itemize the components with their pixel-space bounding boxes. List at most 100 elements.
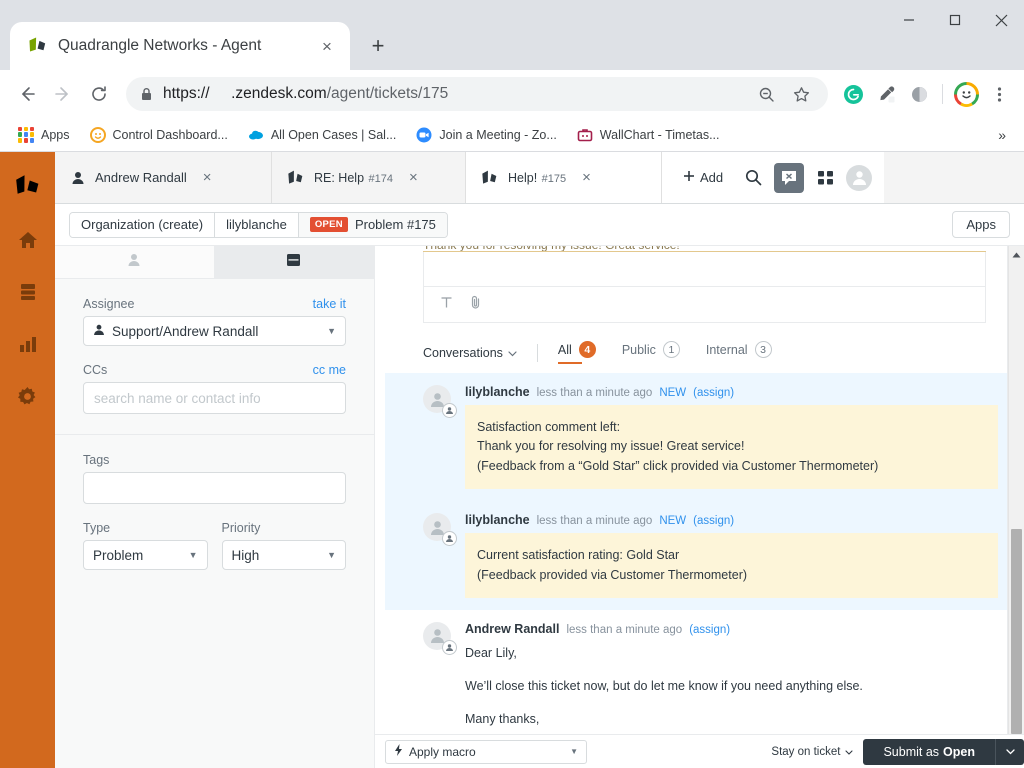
tags-input[interactable] (83, 472, 346, 504)
add-tab-button[interactable]: Add (674, 164, 732, 191)
filter-label: Internal (706, 343, 748, 357)
comment-spacer (465, 665, 998, 675)
bookmarks-overflow-icon[interactable]: » (990, 123, 1014, 147)
priority-label: Priority (222, 521, 261, 535)
apply-macro-select[interactable]: Apply macro ▼ (385, 740, 587, 764)
conversation-scrollbar[interactable] (1008, 246, 1024, 734)
filter-tab-public[interactable]: Public 1 (622, 341, 680, 364)
reload-icon[interactable] (82, 77, 116, 111)
new-tab-button[interactable]: + (358, 26, 398, 66)
minimize-icon[interactable] (886, 0, 932, 40)
bookmark-control-dashboard[interactable]: Control Dashboard... (82, 123, 236, 147)
comment-composer[interactable] (423, 252, 986, 323)
close-icon[interactable] (978, 0, 1024, 40)
scrollbar-thumb[interactable] (1011, 529, 1022, 734)
filter-divider (537, 344, 538, 362)
properties-card-icon (286, 253, 301, 272)
bookmark-all-open-cases[interactable]: All Open Cases | Sal... (240, 123, 405, 147)
submit-dropdown-button[interactable] (995, 739, 1024, 765)
ccs-input[interactable]: search name or contact info (83, 382, 346, 414)
take-it-link[interactable]: take it (313, 297, 346, 311)
comment-header: Andrew Randall less than a minute ago (a… (465, 622, 998, 636)
text-format-icon[interactable] (440, 296, 453, 314)
user-avatar-icon[interactable] (846, 165, 872, 191)
apps-squares-icon[interactable] (808, 161, 842, 195)
comment-text: Dear Lily, We’ll close this ticket now, … (465, 642, 998, 734)
submit-button[interactable]: Submit as Open (863, 739, 995, 765)
browser-tab-close-icon[interactable]: × (314, 33, 340, 59)
maximize-icon[interactable] (932, 0, 978, 40)
ticket-tab-175[interactable]: Help! #175 × (466, 152, 662, 203)
customer-tab[interactable] (55, 246, 215, 278)
paperclip-icon[interactable] (469, 295, 482, 314)
chat-bubble-x-icon[interactable] (774, 163, 804, 193)
ccs-placeholder: search name or contact info (94, 391, 261, 406)
apps-button[interactable]: Apps (952, 211, 1010, 238)
comment-line: Current satisfaction rating: Gold Star (477, 546, 986, 565)
comment-assign-link[interactable]: (assign) (693, 515, 734, 527)
ticket-body: Assignee take it Support/Andrew Randall … (55, 246, 1024, 768)
breadcrumb-organization[interactable]: Organization (create) (70, 213, 215, 237)
ticket-tab-title: Andrew Randall (95, 170, 187, 185)
nav-gear-icon[interactable] (0, 372, 55, 420)
zendesk-main-nav (0, 152, 55, 768)
ticket-tab-close-icon[interactable]: × (203, 170, 212, 185)
composer-textarea[interactable] (424, 252, 985, 286)
lightning-icon (394, 744, 403, 759)
nav-bar-chart-icon[interactable] (0, 320, 55, 368)
bookmark-join-a-meeting[interactable]: Join a Meeting - Zo... (408, 123, 564, 147)
comment-assign-link[interactable]: (assign) (693, 387, 734, 399)
profile-avatar-icon[interactable] (951, 79, 981, 109)
assignee-select[interactable]: Support/Andrew Randall ▼ (83, 316, 346, 346)
ticket-tab-174[interactable]: RE: Help #174 × (272, 152, 466, 203)
zoom-out-icon[interactable] (754, 86, 779, 103)
nav-zendesk-logo-icon[interactable] (0, 160, 55, 212)
user-icon (71, 171, 85, 185)
forward-arrow-icon[interactable] (46, 77, 80, 111)
apps-grid-icon (18, 127, 34, 143)
eyedropper-icon[interactable] (871, 79, 901, 109)
nav-views-stack-icon[interactable] (0, 268, 55, 316)
assignee-value: Support/Andrew Randall (112, 324, 258, 339)
circle-icon[interactable] (904, 79, 934, 109)
ticket-tab-close-icon[interactable]: × (409, 170, 418, 185)
comment-list: lilyblanche less than a minute ago NEW (… (385, 373, 1024, 734)
comment-note: Satisfaction comment left: Thank you for… (465, 405, 998, 489)
bookmark-wallchart[interactable]: WallChart - Timetas... (569, 123, 728, 147)
url-path: /agent/tickets/175 (327, 85, 449, 102)
grammarly-icon[interactable] (838, 79, 868, 109)
comment-assign-link[interactable]: (assign) (689, 624, 730, 636)
back-arrow-icon[interactable] (10, 77, 44, 111)
scroll-up-arrow-icon[interactable] (1009, 246, 1024, 263)
chrome-menu-icon[interactable] (984, 79, 1014, 109)
bookmark-apps[interactable]: Apps (10, 123, 78, 147)
avatar (423, 385, 451, 413)
comment-spacer (465, 698, 998, 708)
ticket-tab-andrew-randall[interactable]: Andrew Randall × (55, 152, 272, 203)
comment-author: lilyblanche (465, 513, 530, 527)
breadcrumb-ticket[interactable]: OPEN Problem #175 (299, 213, 447, 237)
zoom-camera-icon (416, 127, 432, 143)
browser-tab[interactable]: Quadrangle Networks - Agent × (10, 22, 350, 70)
type-select[interactable]: Problem ▼ (83, 540, 208, 570)
status-badge: OPEN (310, 217, 348, 232)
cc-me-link[interactable]: cc me (313, 363, 346, 377)
comment-line: (Feedback from a “Gold Star” click provi… (477, 457, 986, 476)
ticket-tab-close-icon[interactable]: × (582, 170, 591, 185)
priority-select[interactable]: High ▼ (222, 540, 347, 570)
filter-tab-all[interactable]: All 4 (558, 341, 596, 364)
properties-tab[interactable] (215, 246, 375, 278)
ticket-tab-number: #174 (368, 173, 392, 185)
filter-tab-internal[interactable]: Internal 3 (706, 341, 772, 364)
conversations-selector[interactable]: Conversations (423, 346, 517, 360)
nav-home-icon[interactable] (0, 216, 55, 264)
stay-on-ticket-select[interactable]: Stay on ticket (771, 746, 853, 758)
control-dashboard-icon (90, 127, 106, 143)
search-icon[interactable] (736, 161, 770, 195)
chevron-down-icon: ▼ (189, 550, 198, 560)
breadcrumb-requester[interactable]: lilyblanche (215, 213, 299, 237)
comment-line: Thank you for resolving my issue! Great … (477, 437, 986, 456)
address-bar[interactable]: https:// .zendesk.com/agent/tickets/175 (126, 77, 828, 111)
breadcrumb: Organization (create) lilyblanche OPEN P… (69, 212, 448, 238)
star-icon[interactable] (789, 86, 814, 103)
